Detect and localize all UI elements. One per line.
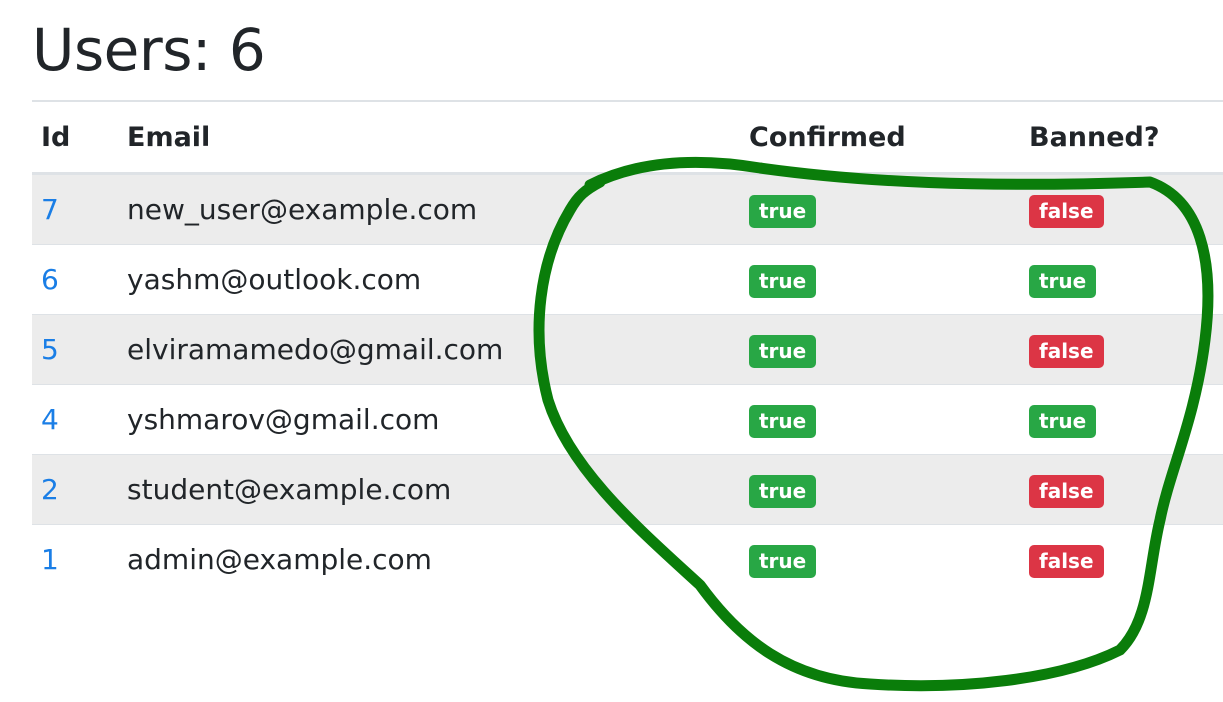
confirmed-cell: true [740,454,1020,525]
user-email: yshmarov@gmail.com [127,403,440,436]
table-row: 4 yshmarov@gmail.com true true [32,384,1223,455]
id-cell: 4 [32,384,118,455]
confirmed-cell: true [740,314,1020,385]
user-email: elviramamedo@gmail.com [127,333,504,366]
column-header-id: Id [32,100,118,175]
user-id-link[interactable]: 6 [41,263,59,296]
table-row: 2 student@example.com true false [32,454,1223,525]
banned-cell: false [1020,454,1223,525]
user-id-link[interactable]: 1 [41,543,59,576]
user-email: yashm@outlook.com [127,263,422,296]
id-cell: 6 [32,244,118,315]
confirmed-badge: true [749,404,817,438]
user-email: new_user@example.com [127,193,478,226]
column-header-email: Email [118,100,740,175]
confirmed-badge: true [749,474,817,508]
confirmed-badge: true [749,194,817,228]
user-id-link[interactable]: 7 [41,193,59,226]
confirmed-badge: true [749,544,817,578]
banned-badge: false [1029,334,1104,368]
email-cell: yshmarov@gmail.com [118,384,740,455]
table-row: 6 yashm@outlook.com true true [32,244,1223,315]
banned-badge: false [1029,194,1104,228]
id-cell: 2 [32,454,118,525]
table-row: 5 elviramamedo@gmail.com true false [32,314,1223,385]
column-header-confirmed: Confirmed [740,100,1020,175]
user-email: student@example.com [127,473,452,506]
user-id-link[interactable]: 5 [41,333,59,366]
banned-cell: false [1020,524,1223,594]
banned-cell: false [1020,173,1223,245]
banned-badge: true [1029,264,1097,298]
user-email: admin@example.com [127,543,432,576]
confirmed-cell: true [740,244,1020,315]
banned-cell: true [1020,244,1223,315]
confirmed-badge: true [749,334,817,368]
email-cell: new_user@example.com [118,173,740,245]
id-cell: 5 [32,314,118,385]
column-header-banned: Banned? [1020,100,1223,175]
banned-badge: false [1029,474,1104,508]
banned-cell: false [1020,314,1223,385]
email-cell: student@example.com [118,454,740,525]
users-table: Id Email Confirmed Banned? 7 new_user@ex… [32,100,1223,594]
confirmed-cell: true [740,524,1020,594]
user-id-link[interactable]: 2 [41,473,59,506]
table-row: 1 admin@example.com true false [32,524,1223,594]
table-header-row: Id Email Confirmed Banned? [32,100,1223,175]
id-cell: 1 [32,524,118,594]
email-cell: admin@example.com [118,524,740,594]
banned-badge: false [1029,544,1104,578]
banned-cell: true [1020,384,1223,455]
confirmed-badge: true [749,264,817,298]
user-id-link[interactable]: 4 [41,403,59,436]
email-cell: elviramamedo@gmail.com [118,314,740,385]
banned-badge: true [1029,404,1097,438]
page-title: Users: 6 [32,16,266,84]
email-cell: yashm@outlook.com [118,244,740,315]
confirmed-cell: true [740,173,1020,245]
id-cell: 7 [32,173,118,245]
confirmed-cell: true [740,384,1020,455]
table-row: 7 new_user@example.com true false [32,173,1223,245]
